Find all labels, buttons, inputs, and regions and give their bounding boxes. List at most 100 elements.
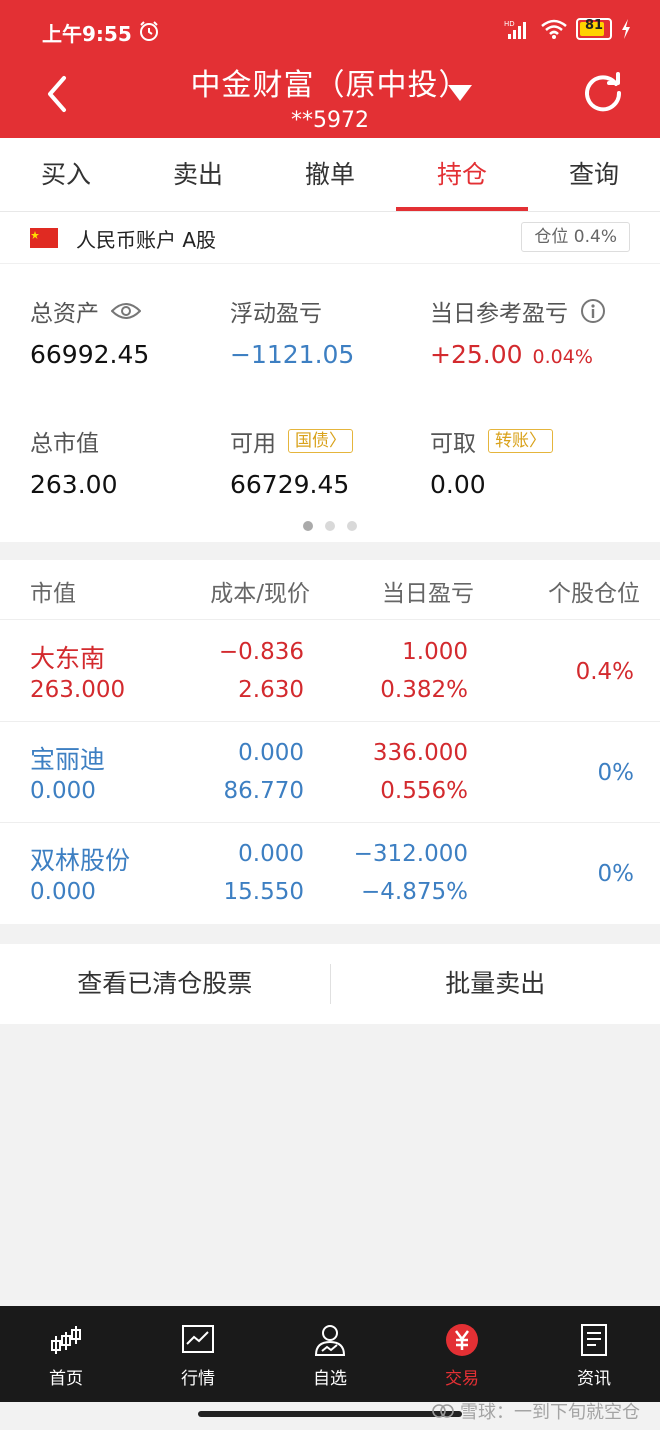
info-icon[interactable] <box>580 298 606 324</box>
table-header: 市值 成本/现价 当日盈亏 个股仓位 <box>0 560 660 620</box>
caret-down-icon[interactable] <box>447 84 473 102</box>
page-dot <box>325 521 335 531</box>
total-assets-label: 总资产 <box>30 301 99 327</box>
total-assets-value: 66992.45 <box>30 340 150 369</box>
tab-holdings[interactable]: 持仓 <box>396 138 528 211</box>
watermark: 雪球：一到下旬就空仓 <box>432 1398 640 1424</box>
col-market-value: 市值 <box>30 581 76 607</box>
svg-text:HD: HD <box>504 20 515 28</box>
trade-tabs: 买入 卖出 撤单 持仓 查询 <box>0 138 660 212</box>
broker-selector[interactable]: 中金财富（原中投） **5972 <box>120 60 540 133</box>
stock-market-value: 0.000 <box>30 778 96 804</box>
available-funds: 可用 国债〉 66729.45 <box>230 424 353 499</box>
stock-daily-pl: 336.000 <box>372 740 468 766</box>
status-bar: 上午9:55 HD 81 <box>0 0 660 62</box>
nav-market[interactable]: 行情 <box>132 1306 264 1402</box>
total-assets: 总资产 66992.45 <box>30 294 149 369</box>
market-value: 总市值 263.00 <box>30 424 117 499</box>
signal-icon: HD <box>504 20 526 39</box>
table-row[interactable]: 双林股份 0.000 0.000 15.550 −312.000 −4.875%… <box>0 823 660 924</box>
stock-cost: 0.000 <box>238 740 304 766</box>
stock-daily-pct: −4.875% <box>361 879 468 905</box>
available-value: 66729.45 <box>230 470 350 499</box>
stock-daily-pl: 1.000 <box>402 639 468 665</box>
snowball-logo-icon <box>432 1404 454 1418</box>
alarm-icon <box>140 21 158 41</box>
market-value-label: 总市值 <box>30 431 99 457</box>
batch-sell-button[interactable]: 批量卖出 <box>331 944 660 1024</box>
daily-pl-pct: 0.04% <box>532 346 593 368</box>
stock-price: 15.550 <box>223 879 304 905</box>
withdrawable-value: 0.00 <box>430 470 486 499</box>
account-summary: 人民币账户 A股 仓位 0.4% 总资产 66992.45 浮动盈亏 −1121… <box>0 212 660 542</box>
stock-market-value: 0.000 <box>30 879 96 905</box>
floating-pl-label: 浮动盈亏 <box>230 301 322 327</box>
table-row[interactable]: 宝丽迪 0.000 0.000 86.770 336.000 0.556% 0% <box>0 722 660 823</box>
withdrawable-funds: 可取 转账〉 0.00 <box>430 424 553 499</box>
nav-home-label: 首页 <box>49 1369 83 1389</box>
refresh-icon[interactable] <box>582 72 624 114</box>
status-icons: HD 81 <box>504 18 632 40</box>
nav-trade[interactable]: 交易 <box>396 1306 528 1402</box>
stock-position: 0.4% <box>575 659 634 685</box>
nav-news-label: 资讯 <box>577 1369 611 1389</box>
col-position: 个股仓位 <box>548 581 640 607</box>
yuan-icon <box>446 1324 478 1356</box>
document-icon <box>581 1324 607 1356</box>
withdrawable-label: 可取 <box>430 431 476 457</box>
page-indicator <box>0 521 660 531</box>
account-row: 人民币账户 A股 仓位 0.4% <box>0 212 660 264</box>
nav-watchlist[interactable]: 自选 <box>264 1306 396 1402</box>
available-label: 可用 <box>230 431 276 457</box>
nav-home[interactable]: 首页 <box>0 1306 132 1402</box>
holdings-table: 市值 成本/现价 当日盈亏 个股仓位 大东南 263.000 −0.836 2.… <box>0 560 660 924</box>
stock-cost: 0.000 <box>238 841 304 867</box>
account-label: 人民币账户 A股 <box>76 228 217 252</box>
tab-buy[interactable]: 买入 <box>0 138 132 211</box>
status-time: 上午9:55 <box>42 22 132 46</box>
view-cleared-stocks-button[interactable]: 查看已清仓股票 <box>0 944 330 1024</box>
tab-cancel[interactable]: 撤单 <box>264 138 396 211</box>
tab-query[interactable]: 查询 <box>528 138 660 211</box>
stock-position: 0% <box>597 760 635 786</box>
treasury-bond-tag[interactable]: 国债〉 <box>288 429 353 453</box>
back-icon[interactable] <box>42 74 72 114</box>
position-badge: 仓位 0.4% <box>521 222 630 252</box>
page-dot <box>347 521 357 531</box>
stock-cost: −0.836 <box>218 639 304 665</box>
floating-pl-value: −1121.05 <box>230 340 355 369</box>
nav-trade-label: 交易 <box>445 1369 479 1389</box>
stock-price: 2.630 <box>238 677 304 703</box>
nav-watchlist-label: 自选 <box>313 1369 347 1389</box>
floating-pl: 浮动盈亏 −1121.05 <box>230 294 354 369</box>
stock-name: 宝丽迪 <box>30 745 106 774</box>
app-header: 上午9:55 HD 81 中金财富（原中投） **5972 <box>0 0 660 138</box>
stock-daily-pl: −312.000 <box>353 841 468 867</box>
nav-news[interactable]: 资讯 <box>528 1306 660 1402</box>
market-value-value: 263.00 <box>30 470 118 499</box>
daily-pl: 当日参考盈亏 +25.00 0.04% <box>430 294 606 369</box>
col-cost-price: 成本/现价 <box>210 581 310 607</box>
stock-daily-pct: 0.382% <box>380 677 468 703</box>
broker-title: 中金财富（原中投） <box>190 68 470 103</box>
charging-icon <box>622 19 630 39</box>
chart-icon <box>182 1325 214 1353</box>
stock-daily-pct: 0.556% <box>380 778 468 804</box>
battery-icon: 81 <box>576 18 612 40</box>
china-flag-icon <box>30 228 58 248</box>
watermark-text: 雪球：一到下旬就空仓 <box>460 1402 640 1423</box>
home-indicator[interactable] <box>198 1411 462 1417</box>
stock-price: 86.770 <box>223 778 304 804</box>
tab-sell[interactable]: 卖出 <box>132 138 264 211</box>
stock-market-value: 263.000 <box>30 677 126 703</box>
stock-position: 0% <box>597 861 635 887</box>
wifi-icon <box>541 19 567 39</box>
eye-icon[interactable] <box>111 301 141 321</box>
stock-name: 双林股份 <box>30 846 131 875</box>
page-dot <box>303 521 313 531</box>
battery-level: 81 <box>584 18 604 33</box>
transfer-tag[interactable]: 转账〉 <box>488 429 553 453</box>
stock-name: 大东南 <box>30 644 106 673</box>
table-row[interactable]: 大东南 263.000 −0.836 2.630 1.000 0.382% 0.… <box>0 621 660 722</box>
candlestick-icon <box>51 1326 81 1354</box>
